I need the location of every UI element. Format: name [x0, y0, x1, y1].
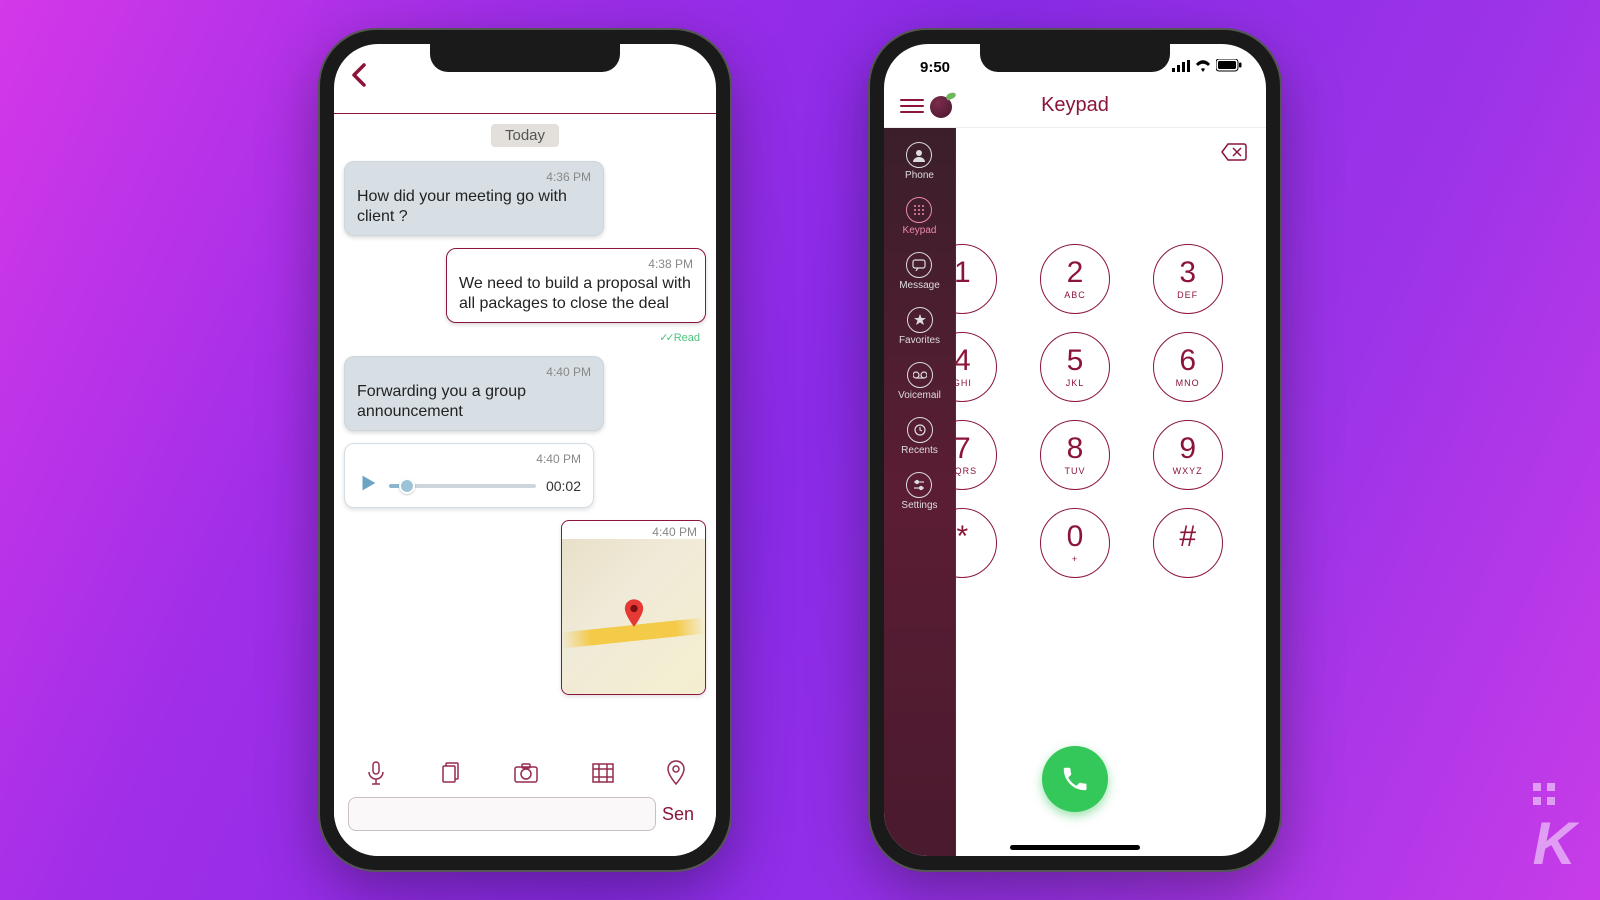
message-text: We need to build a proposal with all pac…: [459, 275, 691, 312]
message-text: How did your meeting go with client ?: [357, 188, 567, 225]
chat-footer: Sen: [334, 756, 716, 856]
app-logo-icon: [930, 94, 954, 118]
audio-duration: 00:02: [546, 478, 581, 494]
message-icon: [906, 252, 932, 278]
status-time: 9:50: [908, 59, 950, 76]
hamburger-icon[interactable]: [900, 95, 924, 117]
notch: [980, 44, 1170, 72]
play-icon[interactable]: [357, 472, 379, 499]
keypad-hash[interactable]: #: [1153, 508, 1223, 578]
back-icon[interactable]: [342, 60, 378, 97]
phone-frame-chat: Today 4:36 PM How did your meeting go wi…: [320, 30, 730, 870]
microphone-icon[interactable]: [364, 760, 388, 791]
keypad-3[interactable]: 3DEF: [1153, 244, 1223, 314]
clock-icon: [907, 417, 933, 443]
phone-handset-icon: [1060, 764, 1090, 794]
message-incoming[interactable]: 4:36 PM How did your meeting go with cli…: [344, 161, 604, 236]
map-pin-icon: [623, 599, 645, 634]
call-button[interactable]: [1042, 746, 1108, 812]
message-text: Forwarding you a group announcement: [357, 383, 526, 420]
location-message[interactable]: 4:40 PM: [561, 520, 706, 695]
keypad-8[interactable]: 8TUV: [1040, 420, 1110, 490]
settings-sliders-icon: [906, 472, 932, 498]
drawer-item-favorites[interactable]: Favorites: [899, 307, 940, 346]
keypad-5[interactable]: 5JKL: [1040, 332, 1110, 402]
message-outgoing[interactable]: 4:38 PM We need to build a proposal with…: [446, 248, 706, 323]
video-icon[interactable]: [590, 761, 616, 790]
drawer-item-message[interactable]: Message: [899, 252, 940, 291]
map-thumbnail[interactable]: [562, 539, 705, 694]
message-timestamp: 4:38 PM: [459, 257, 693, 272]
message-timestamp: 4:36 PM: [357, 170, 591, 185]
keypad-2[interactable]: 2ABC: [1040, 244, 1110, 314]
send-button[interactable]: Sen: [662, 804, 702, 825]
location-icon[interactable]: [666, 760, 686, 791]
wifi-icon: [1194, 59, 1212, 76]
signal-icon: [1172, 59, 1190, 76]
phone-frame-keypad: 9:50 Keypad Phone: [870, 30, 1280, 870]
keypad-0[interactable]: 0+: [1040, 508, 1110, 578]
message-input[interactable]: [348, 797, 656, 831]
backspace-icon[interactable]: [1220, 142, 1248, 168]
side-drawer: Phone Keypad Message Favorites Voicemail: [884, 128, 956, 856]
date-separator: Today: [491, 124, 559, 147]
read-receipt: ✓✓Read: [659, 331, 700, 344]
phone-person-icon: [906, 142, 932, 168]
keypad-6[interactable]: 6MNO: [1153, 332, 1223, 402]
message-timestamp: 4:40 PM: [357, 365, 591, 380]
keypad-area: Phone Keypad Message Favorites Voicemail: [884, 128, 1266, 856]
notch: [430, 44, 620, 72]
keypad-9[interactable]: 9WXYZ: [1153, 420, 1223, 490]
battery-icon: [1216, 59, 1242, 76]
voicemail-icon: [907, 362, 933, 388]
message-incoming[interactable]: 4:40 PM Forwarding you a group announcem…: [344, 356, 604, 431]
drawer-item-voicemail[interactable]: Voicemail: [898, 362, 941, 401]
drawer-item-phone[interactable]: Phone: [905, 142, 934, 181]
drawer-item-settings[interactable]: Settings: [901, 472, 937, 511]
message-timestamp: 4:40 PM: [357, 452, 581, 466]
keypad-header: Keypad: [884, 84, 1266, 128]
chat-body: Today 4:36 PM How did your meeting go wi…: [334, 114, 716, 756]
audio-scrubber[interactable]: [389, 484, 536, 488]
drawer-item-keypad[interactable]: Keypad: [903, 197, 937, 236]
screen-chat: Today 4:36 PM How did your meeting go wi…: [334, 44, 716, 856]
watermark: K: [1533, 783, 1572, 878]
document-icon[interactable]: [439, 760, 463, 791]
drawer-item-recents[interactable]: Recents: [901, 417, 938, 456]
screen-keypad: 9:50 Keypad Phone: [884, 44, 1266, 856]
home-indicator[interactable]: [1010, 845, 1140, 850]
keypad-grid-icon: [906, 197, 932, 223]
message-timestamp: 4:40 PM: [562, 521, 705, 539]
camera-icon[interactable]: [513, 762, 539, 789]
audio-message[interactable]: 4:40 PM 00:02: [344, 443, 594, 508]
star-icon: [907, 307, 933, 333]
